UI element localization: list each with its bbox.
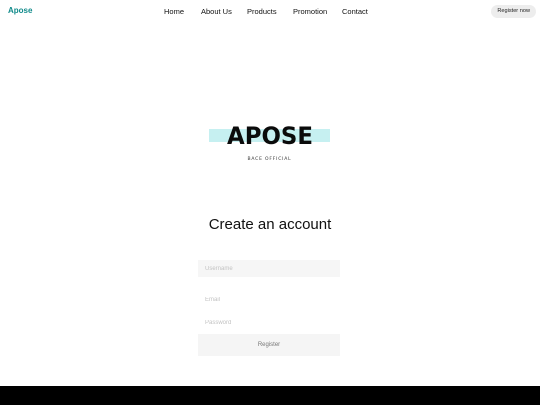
register-button[interactable]: Register bbox=[198, 334, 340, 356]
nav-link-about-us[interactable]: About Us bbox=[201, 7, 232, 16]
logo-wordmark: APOSE bbox=[227, 121, 313, 149]
apose-wordmark-icon: APOSE bbox=[227, 122, 313, 149]
footer-bar bbox=[0, 386, 540, 405]
username-input[interactable] bbox=[198, 260, 340, 277]
nav-link-home[interactable]: Home bbox=[164, 7, 184, 16]
nav-link-promotion[interactable]: Promotion bbox=[293, 7, 327, 16]
register-now-button[interactable]: Register now bbox=[491, 5, 536, 18]
email-input[interactable] bbox=[198, 291, 340, 308]
nav-link-contact[interactable]: Contact bbox=[342, 7, 368, 16]
logo-wordmark-text: APOSE bbox=[227, 122, 313, 149]
logo-tagline: BACE OFFICIAL bbox=[247, 157, 292, 162]
form-title: Create an account bbox=[208, 216, 332, 233]
top-navbar: Apose Home About Us Products Promotion C… bbox=[0, 0, 540, 24]
nav-links: Home About Us Products Promotion Contact bbox=[0, 7, 540, 19]
site-logo: APOSE BACE OFFICIAL bbox=[209, 120, 330, 168]
nav-link-products[interactable]: Products bbox=[247, 7, 277, 16]
password-input[interactable] bbox=[198, 314, 340, 331]
